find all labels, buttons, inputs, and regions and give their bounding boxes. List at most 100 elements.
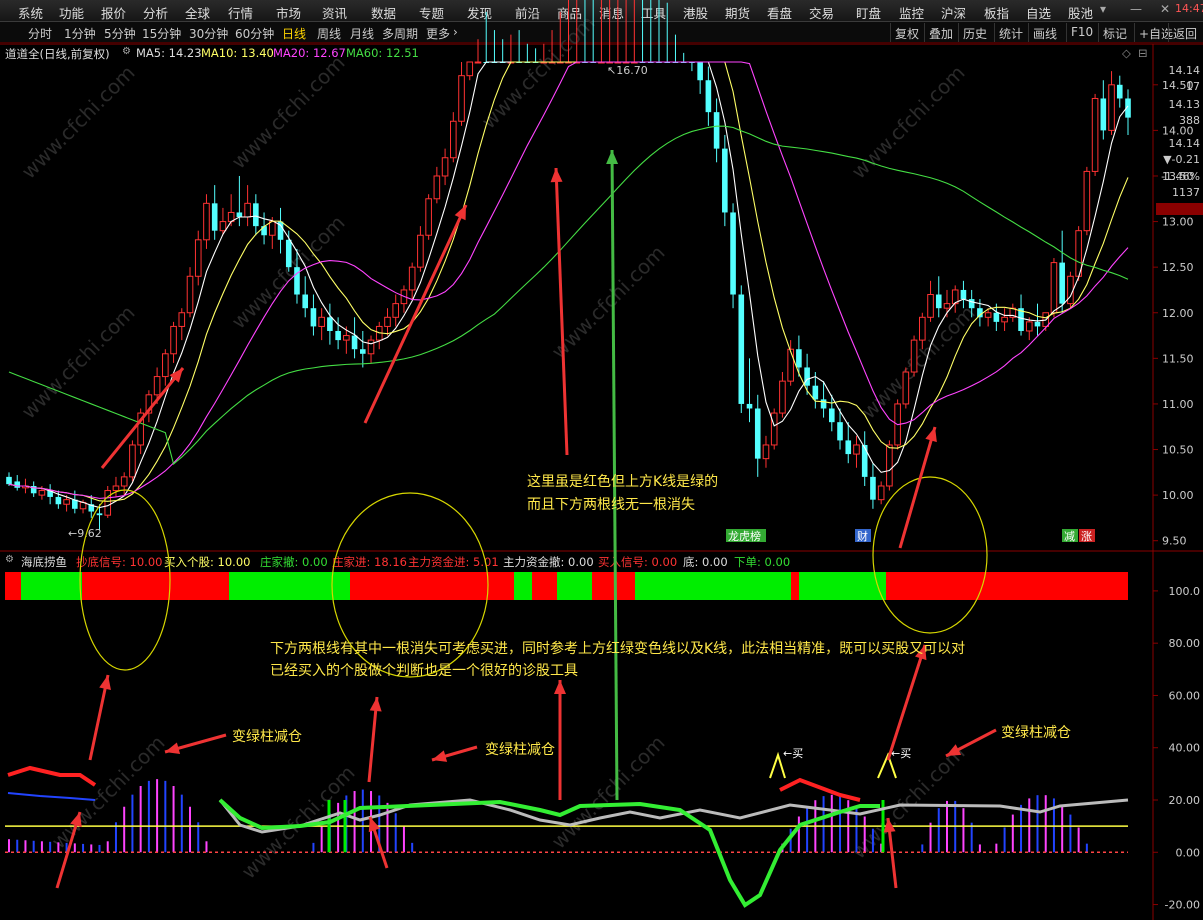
candle-body	[499, 62, 506, 63]
candle-body	[894, 403, 901, 446]
settings-icon[interactable]: ⚙	[122, 46, 131, 57]
price-tick-label: 13.00	[1162, 216, 1194, 229]
candle-body	[877, 485, 885, 501]
menu-item[interactable]: 功能	[59, 3, 84, 22]
annotation-arrow-head	[454, 205, 466, 221]
menu-item[interactable]: 前沿	[515, 3, 540, 22]
red-indicator-line	[779, 777, 861, 802]
candle-body	[1125, 98, 1131, 118]
candle-body	[647, 62, 654, 63]
price-tick-label: 14.50	[1162, 79, 1194, 92]
settings-icon[interactable]: ⚙	[5, 554, 14, 565]
menu-item[interactable]: 数据	[371, 3, 396, 22]
menu-item[interactable]: 系统	[18, 3, 43, 22]
candle-body	[622, 61, 630, 64]
sub-value: 底: 0.00	[683, 555, 728, 569]
dropdown-icon[interactable]: ▾	[1100, 2, 1106, 16]
candle-body	[507, 61, 515, 64]
sub-tick-label: 80.00	[1169, 637, 1201, 650]
menu-item[interactable]: 看盘	[767, 3, 792, 22]
candle-body	[590, 62, 596, 63]
watermark: www.cfchi.com	[237, 761, 360, 884]
menu-item[interactable]: 专题	[419, 3, 444, 22]
toolbar-button[interactable]: 历史	[958, 23, 991, 42]
signal-band-segment	[799, 572, 886, 600]
menu-item[interactable]: 发现	[467, 3, 492, 22]
stock-chart[interactable]: 14.50 14.00 13.50 13.00 12.50 12.00 11.50 11.00…	[0, 0, 1203, 920]
event-tag-bg	[726, 529, 766, 542]
menu-item[interactable]: 板指	[984, 3, 1009, 22]
chevron-right-icon[interactable]: ›	[453, 25, 458, 39]
menu-item[interactable]: 工具	[641, 3, 666, 22]
annotation-arrow-head	[368, 817, 381, 833]
menu-item[interactable]: 分析	[143, 3, 168, 22]
toolbar-button[interactable]: 叠加	[924, 23, 957, 42]
candle-body	[524, 62, 531, 63]
candle-body	[441, 157, 449, 177]
expand-icon[interactable]: ⊟	[1138, 46, 1148, 60]
candle-body	[433, 175, 441, 200]
menu-item[interactable]: 交易	[809, 3, 834, 22]
period-tab[interactable]: 60分钟	[235, 25, 274, 42]
period-tab[interactable]: 5分钟	[104, 25, 136, 42]
menu-item[interactable]: 市场	[276, 3, 301, 22]
menu-item[interactable]: 资讯	[322, 3, 347, 22]
menu-item[interactable]: 沪深	[941, 3, 966, 22]
period-tab[interactable]: 多周期	[382, 25, 418, 42]
toolbar-button[interactable]: F10	[1066, 23, 1097, 42]
period-tab[interactable]: 1分钟	[64, 25, 96, 42]
period-tab[interactable]: 15分钟	[142, 25, 181, 42]
candle-body	[565, 61, 572, 64]
annotation-arrow	[55, 811, 82, 889]
toolbar-button[interactable]: 复权	[890, 23, 923, 42]
candle-body	[294, 267, 300, 295]
period-tab[interactable]: 日线	[282, 25, 306, 42]
annotation-arrow-head	[169, 368, 183, 383]
candle-body	[796, 349, 802, 368]
toolbar-button[interactable]: 返回	[1168, 23, 1201, 42]
candle-body	[1050, 262, 1058, 314]
menu-item[interactable]: 行情	[228, 3, 253, 22]
annotation-arrow-green-head	[606, 150, 619, 165]
menu-item[interactable]: 盯盘	[856, 3, 881, 22]
quote-value: 14.14	[1169, 137, 1201, 150]
toolbar-button[interactable]: 统计	[994, 23, 1027, 42]
menu-item[interactable]: 报价	[101, 3, 126, 22]
menu-item[interactable]: 期货	[725, 3, 750, 22]
period-tab[interactable]: 30分钟	[189, 25, 228, 42]
candle-body	[1009, 307, 1017, 318]
menu-item[interactable]: 消息	[599, 3, 624, 22]
minimize-icon[interactable]: —	[1130, 2, 1142, 16]
period-tab[interactable]: 分时	[28, 25, 52, 42]
candle-body	[400, 289, 408, 305]
menu-item[interactable]: 股池	[1068, 3, 1093, 22]
period-tab[interactable]: 周线	[317, 25, 341, 42]
menu-item[interactable]: 自选	[1026, 3, 1051, 22]
menu-item[interactable]: 港股	[683, 3, 708, 22]
diamond-icon[interactable]: ◇	[1122, 46, 1131, 60]
candle-body	[491, 62, 498, 63]
toolbar-button[interactable]: 标记	[1098, 23, 1131, 42]
menu-item[interactable]: 商品	[557, 3, 582, 22]
candle-body	[63, 499, 70, 505]
ma60-line	[8, 125, 1129, 465]
candle-body	[960, 289, 967, 300]
period-tab[interactable]: 更多	[426, 25, 450, 42]
menu-item[interactable]: 监控	[899, 3, 924, 22]
candle-body	[6, 476, 12, 485]
buy-spike	[877, 752, 897, 779]
red-indicator-line	[7, 765, 97, 787]
candle-body	[1059, 262, 1065, 304]
menu-item[interactable]: 全球	[185, 3, 210, 22]
period-tab[interactable]: 月线	[350, 25, 374, 42]
candle-body	[30, 485, 37, 494]
close-icon[interactable]: ✕	[1160, 2, 1170, 16]
candle-body	[1034, 321, 1041, 327]
toolbar-button[interactable]: 画线	[1028, 23, 1061, 42]
annotation-arrow-head	[925, 427, 937, 443]
annotation-arrow	[886, 817, 898, 889]
candle-body	[268, 221, 276, 236]
watermark: www.cfchi.com	[547, 731, 670, 854]
price-tick-label: 11.50	[1162, 352, 1194, 365]
candle-body	[129, 444, 136, 478]
